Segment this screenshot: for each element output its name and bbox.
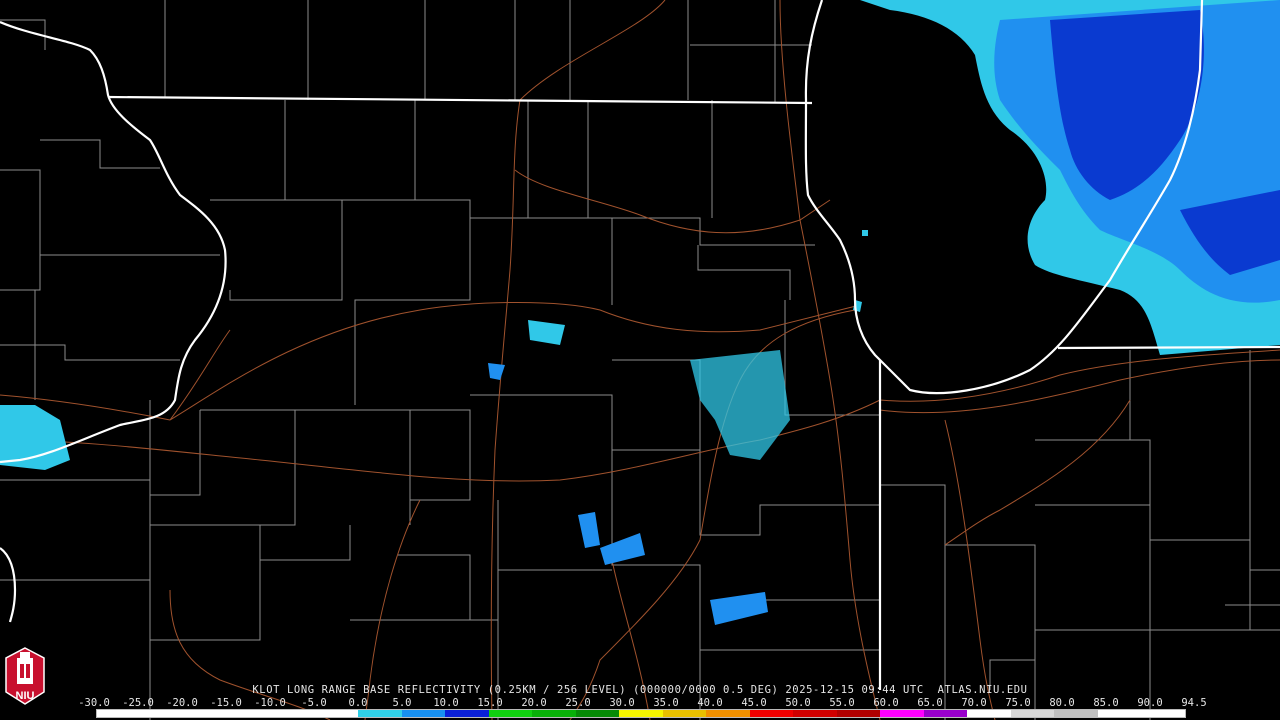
- colorbar-segment: [314, 710, 359, 717]
- colorbar-segment: [271, 710, 315, 717]
- colorbar-segment: [1054, 710, 1098, 717]
- colorbar-tick-label: -20.0: [166, 697, 198, 709]
- colorbar-segment: [445, 710, 489, 717]
- colorbar-segment: [967, 710, 1011, 717]
- colorbar-tick-label: -25.0: [122, 697, 154, 709]
- colorbar-segment: [662, 710, 707, 717]
- colorbar-tick-label: 94.5: [1181, 697, 1207, 709]
- colorbar-segment: [1097, 710, 1142, 717]
- colorbar-tick-label: 85.0: [1093, 697, 1119, 709]
- colorbar-tick-label: 90.0: [1137, 697, 1163, 709]
- colorbar-tick-label: 20.0: [521, 697, 547, 709]
- colorbar-tick-label: 65.0: [917, 697, 943, 709]
- colorbar-tick-label: 15.0: [477, 697, 503, 709]
- colorbar-segment: [575, 710, 620, 717]
- radar-map: [0, 0, 1280, 720]
- colorbar-tick-label: 70.0: [961, 697, 987, 709]
- colorbar-segment: [706, 710, 750, 717]
- colorbar-segment: [880, 710, 924, 717]
- colorbar-segment: [227, 710, 272, 717]
- colorbar-tick-label: 45.0: [741, 697, 767, 709]
- colorbar-tick-label: -15.0: [210, 697, 242, 709]
- colorbar-segment: [401, 710, 446, 717]
- colorbar-tick-label: 60.0: [873, 697, 899, 709]
- colorbar-segment: [1141, 710, 1185, 717]
- colorbar-tick-label: 80.0: [1049, 697, 1075, 709]
- colorbar-tick-label: 10.0: [433, 697, 459, 709]
- colorbar-tick-label: 30.0: [609, 697, 635, 709]
- colorbar-tick-label: 35.0: [653, 697, 679, 709]
- colorbar-segment: [923, 710, 968, 717]
- colorbar-tick-label: 40.0: [697, 697, 723, 709]
- reflectivity-colorbar: [96, 709, 1186, 718]
- colorbar-tick-label: 55.0: [829, 697, 855, 709]
- colorbar-segment: [793, 710, 837, 717]
- colorbar-tick-label: -5.0: [301, 697, 327, 709]
- colorbar-tick-label: 25.0: [565, 697, 591, 709]
- colorbar-segment: [140, 710, 185, 717]
- colorbar-tick-label: -30.0: [78, 697, 110, 709]
- colorbar-segment: [619, 710, 663, 717]
- colorbar-tick-label: 0.0: [348, 697, 368, 709]
- colorbar-tick-label: 50.0: [785, 697, 811, 709]
- colorbar-segment: [1010, 710, 1055, 717]
- colorbar-tick-label: 5.0: [392, 697, 412, 709]
- colorbar-segment: [358, 710, 402, 717]
- colorbar-segment: [749, 710, 794, 717]
- product-title: KLOT LONG RANGE BASE REFLECTIVITY (0.25K…: [252, 684, 1028, 696]
- colorbar-segment: [532, 710, 576, 717]
- colorbar-segment: [488, 710, 533, 717]
- radar-returns: [0, 0, 1280, 625]
- colorbar-segment: [836, 710, 881, 717]
- colorbar-tick-label: 75.0: [1005, 697, 1031, 709]
- colorbar-segment: [184, 710, 228, 717]
- colorbar-segment: [97, 710, 141, 717]
- niu-logo-icon: NIU: [4, 646, 46, 716]
- colorbar-tick-label: -10.0: [254, 697, 286, 709]
- logo-text: NIU: [16, 690, 35, 702]
- colorbar-tick-labels: -30.0 -25.0 -20.0 -15.0 -10.0 -5.0 0.0 5.0 10.0 1…: [78, 697, 1206, 709]
